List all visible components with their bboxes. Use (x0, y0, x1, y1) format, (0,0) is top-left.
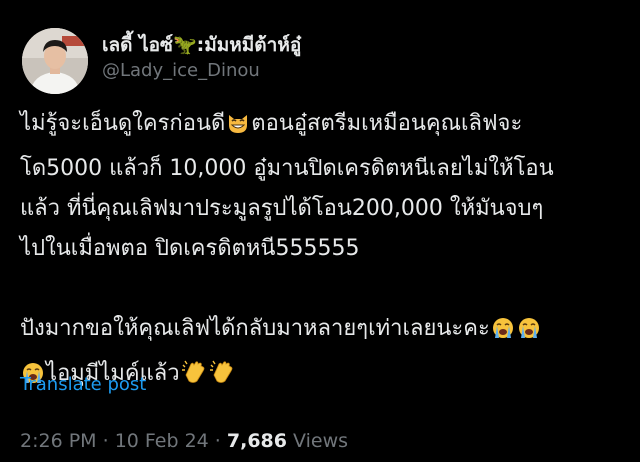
tweet-line: โด5000 แล้วก็ 10,000 อู๋มานปิดเครดิตหนีเ… (20, 156, 554, 181)
post-time[interactable]: 2:26 PM (20, 430, 97, 452)
tweet-line-text: ปังมากขอให้คุณเลิฟได้กลับมาหลายๆเท่าเลยน… (20, 316, 490, 341)
tweet-line-text: ตอนอู๋สตรีมเหมือนคุณเลิฟจะ (251, 111, 523, 136)
author-handle[interactable]: @Lady_ice_Dinou (102, 60, 260, 81)
crying-face-emoji-icon (491, 314, 515, 354)
avatar-photo (22, 28, 88, 94)
avatar[interactable] (22, 28, 88, 94)
tweet-line-text: ไม่รู้จะเอ็นดูใครก่อนดี (20, 111, 226, 136)
tweet-line: ปังมากขอให้คุณเลิฟได้กลับมาหลายๆเท่าเลยน… (20, 309, 632, 354)
views-label: Views (287, 430, 349, 452)
post-date[interactable]: 10 Feb 24 (115, 430, 209, 452)
grinning-cat-emoji-icon (226, 109, 250, 149)
views-count: 7,686 (226, 430, 287, 452)
tweet-line: ไปในเมื่อพตอ ปิดเครดิตหนี555555 (20, 236, 360, 261)
meta-separator: · (96, 430, 115, 452)
post-meta: 2:26 PM · 10 Feb 24 · 7,686 Views (20, 430, 348, 452)
meta-separator: · (208, 430, 227, 452)
author-display-name[interactable]: เลดี้ ไอซ์🦖:มัมหมีต้าห์อู๋ (102, 30, 301, 60)
crying-face-emoji-icon (517, 314, 541, 354)
clapping-hands-emoji-icon (181, 359, 207, 399)
tweet-text: ไม่รู้จะเอ็นดูใครก่อนดี ตอนอู๋สตรีมเหมือ… (20, 104, 632, 399)
translate-post-link[interactable]: Translate post (20, 374, 146, 395)
clapping-hands-emoji-icon (209, 359, 235, 399)
tweet-line: แล้ว ที่นี่คุณเลิฟมาประมูลรูปได้โอน200,0… (20, 196, 544, 221)
tweet-line: ไม่รู้จะเอ็นดูใครก่อนดี ตอนอู๋สตรีมเหมือ… (20, 104, 632, 149)
